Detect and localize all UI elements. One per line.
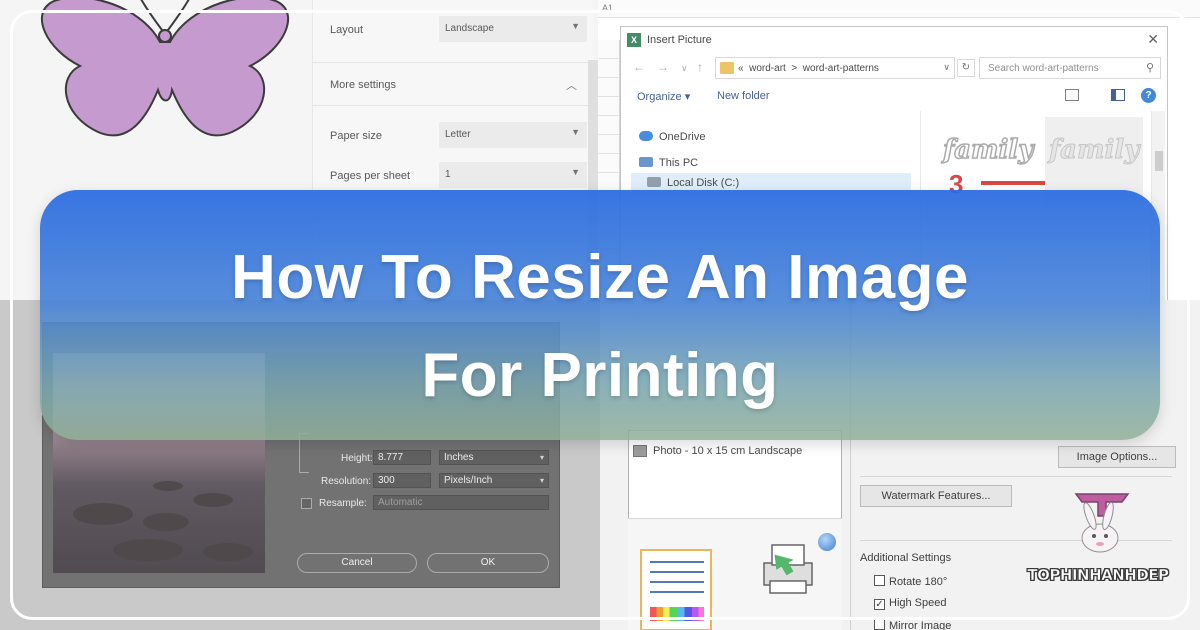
title-line-2: For Printing [421,341,779,410]
thumbnail-canvas: Layout Landscape ▼ More settings ︿ Paper… [0,0,1200,630]
title-banner: How To Resize An Image For Printing [40,190,1160,440]
title-line-1: How To Resize An Image [231,243,969,312]
